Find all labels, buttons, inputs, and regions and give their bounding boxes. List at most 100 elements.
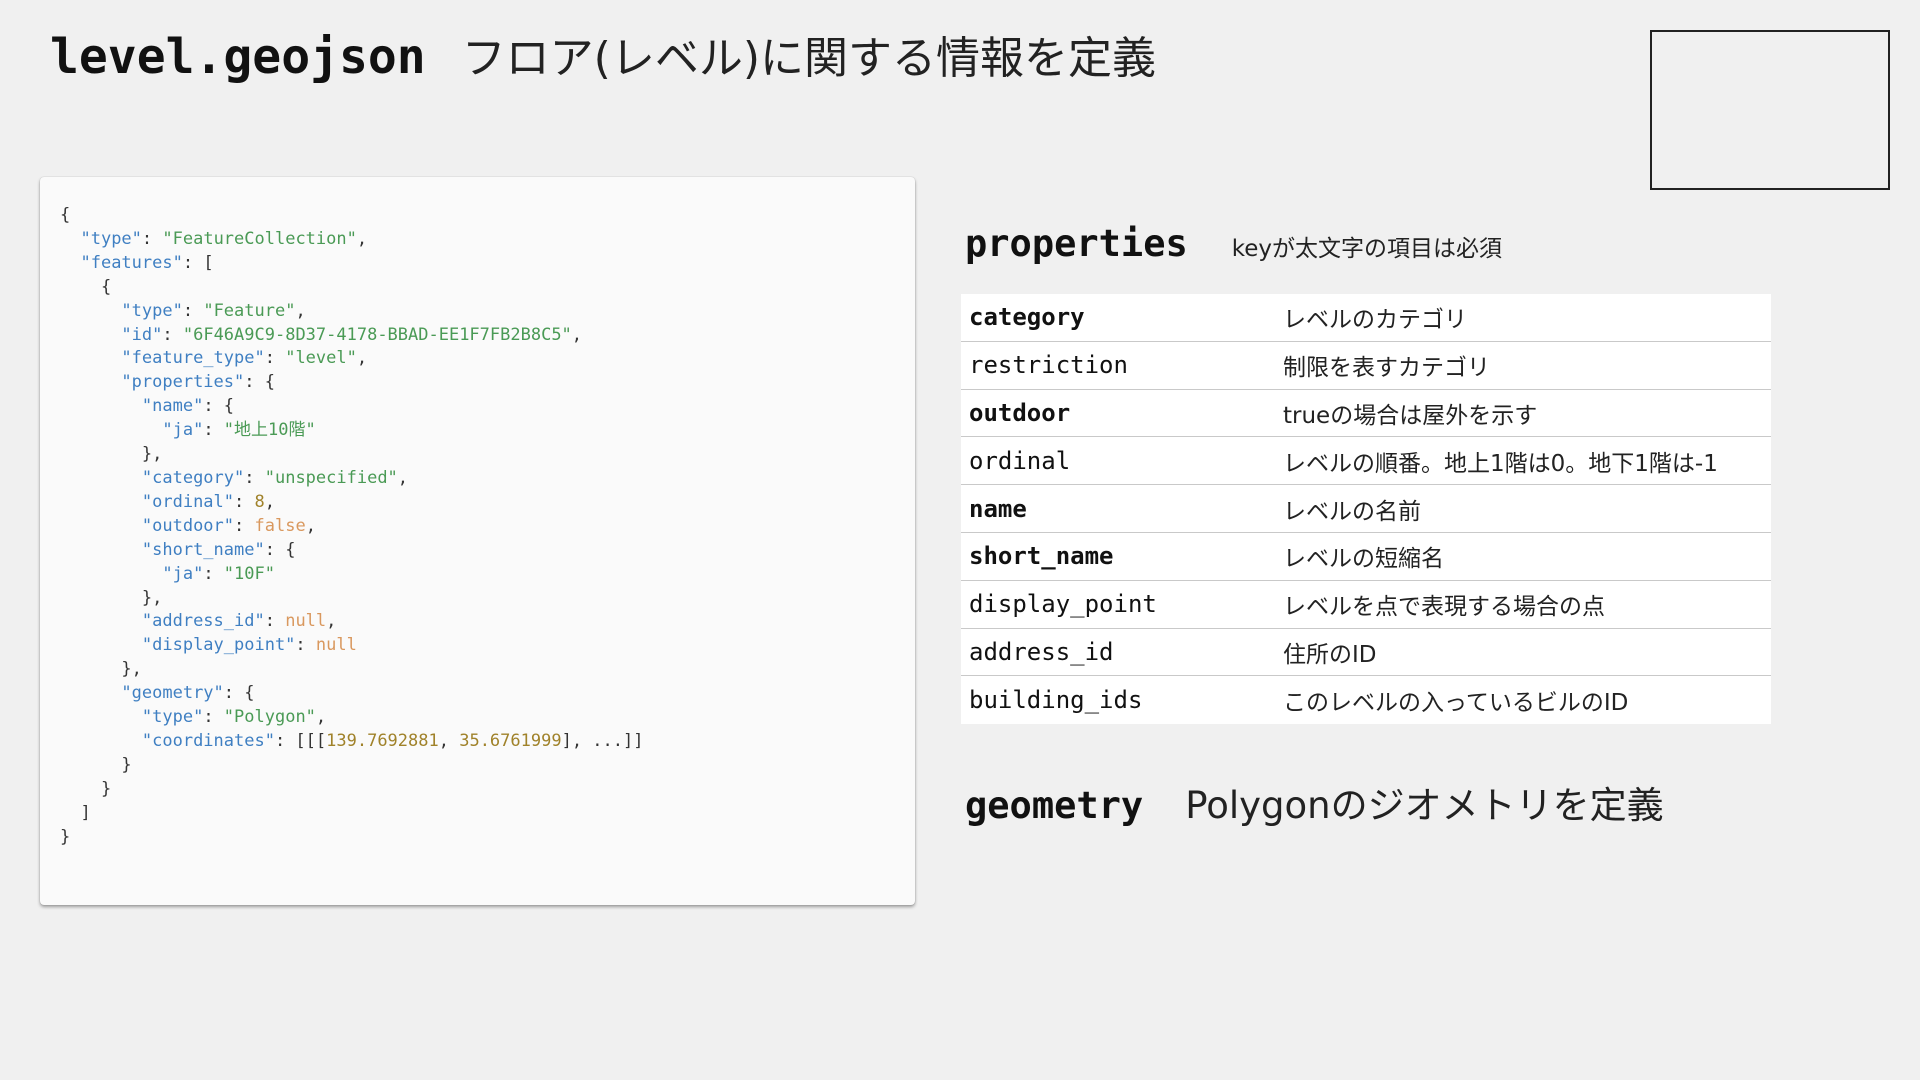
code-line: "ja": "地上10階" xyxy=(60,419,915,443)
property-key: category xyxy=(969,303,1085,332)
code-token: , xyxy=(264,491,275,512)
empty-placeholder-box xyxy=(1650,30,1890,190)
code-token: "address_id" xyxy=(141,611,265,632)
property-description: レベルのカテゴリ xyxy=(1283,307,1467,334)
code-token: , xyxy=(571,324,583,345)
code-line: "name": { xyxy=(60,395,915,419)
code-token: : xyxy=(141,228,163,249)
code-line: "address_id": null, xyxy=(60,610,915,634)
code-token: "地上10階" xyxy=(223,420,316,441)
property-description: レベルの名前 xyxy=(1283,498,1421,525)
property-description: レベルを点で表現する場合の点 xyxy=(1283,594,1605,621)
code-token: "name" xyxy=(141,396,204,417)
code-line: "display_point": null xyxy=(60,634,915,658)
code-token: : xyxy=(234,515,255,536)
property-description: trueの場合は屋外を示す xyxy=(1283,402,1538,429)
code-token: : xyxy=(182,300,204,321)
code-token: }, xyxy=(60,444,163,465)
geojson-code-block: { "type": "FeatureCollection", "features… xyxy=(60,204,915,849)
property-description: レベルの短縮名 xyxy=(1283,546,1444,573)
property-key: building_ids xyxy=(969,686,1143,715)
page-title: level.geojson フロア(レベル)に関する情報を定義 xyxy=(50,22,1156,86)
code-token: "type" xyxy=(121,300,183,321)
property-row: category レベルのカテゴリ xyxy=(961,294,1771,342)
code-token: "6F46A9C9-8D37-4178-BBAD-EE1F7FB2B8C5" xyxy=(182,324,572,345)
property-key: short_name xyxy=(969,542,1114,571)
code-token: : xyxy=(203,420,224,441)
code-token: 139.7692881 xyxy=(326,730,439,751)
code-token: "10F" xyxy=(223,563,275,584)
code-token: }, xyxy=(60,587,163,608)
code-token: , xyxy=(356,348,368,369)
property-row: name レベルの名前 xyxy=(961,485,1771,533)
required-note: keyが太文字の項目は必須 xyxy=(1231,236,1503,262)
code-line: } xyxy=(60,826,915,850)
code-token: null xyxy=(315,635,357,656)
code-line: } xyxy=(60,778,915,802)
properties-table: category レベルのカテゴリ restriction 制限を表すカテゴリ outd… xyxy=(961,294,1771,725)
code-token: "level" xyxy=(285,348,357,369)
properties-heading: properties keyが太文字の項目は必須 xyxy=(965,222,1502,265)
code-token: "unspecified" xyxy=(264,467,398,488)
code-line: "short_name": { xyxy=(60,539,915,563)
code-sample-card: { "type": "FeatureCollection", "features… xyxy=(40,177,915,905)
property-description: 住所のID xyxy=(1283,641,1377,668)
code-line: "category": "unspecified", xyxy=(60,467,915,491)
code-token: : { xyxy=(264,539,296,560)
code-token: false xyxy=(254,515,306,536)
code-token: , xyxy=(295,300,306,321)
properties-title: properties xyxy=(965,222,1188,265)
code-line: "type": "Feature", xyxy=(60,300,915,324)
code-token: null xyxy=(285,611,327,632)
code-token: "geometry" xyxy=(121,683,224,704)
code-token: : xyxy=(295,635,316,656)
code-token: , xyxy=(315,707,327,728)
code-token: , xyxy=(326,611,337,632)
code-token: : { xyxy=(223,683,255,704)
code-token: "type" xyxy=(80,228,142,249)
code-token: : xyxy=(264,611,286,632)
code-token: : [[[ xyxy=(274,730,327,751)
code-token: : xyxy=(244,467,265,488)
code-token: : xyxy=(234,491,255,512)
property-description: このレベルの入っているビルのID xyxy=(1283,690,1629,717)
code-token: "Feature" xyxy=(203,300,296,321)
code-token: : xyxy=(264,348,286,369)
property-row: address_id 住所のID xyxy=(961,629,1771,677)
property-row: building_ids このレベルの入っているビルのID xyxy=(961,676,1771,724)
code-token: , xyxy=(397,467,409,488)
code-token: "coordinates" xyxy=(141,730,275,751)
code-line: "properties": { xyxy=(60,371,915,395)
code-token: "ja" xyxy=(162,420,204,441)
code-token: , xyxy=(438,730,460,751)
code-token: "ja" xyxy=(162,563,204,584)
property-row: ordinal レベルの順番。地上1階は0。地下1階は-1 xyxy=(961,437,1771,486)
code-token: , xyxy=(305,515,316,536)
code-line: ] xyxy=(60,802,915,826)
code-line: "type": "FeatureCollection", xyxy=(60,228,915,252)
code-line: "features": [ xyxy=(60,252,915,276)
code-token: } xyxy=(60,826,71,847)
code-token: "id" xyxy=(121,324,163,345)
code-token: "ordinal" xyxy=(141,491,235,512)
code-line: "geometry": { xyxy=(60,682,915,706)
code-token: { xyxy=(60,205,71,225)
code-line: } xyxy=(60,754,915,778)
code-token: } xyxy=(60,778,112,799)
code-token: } xyxy=(60,754,132,775)
property-row: outdoor trueの場合は屋外を示す xyxy=(961,390,1771,438)
